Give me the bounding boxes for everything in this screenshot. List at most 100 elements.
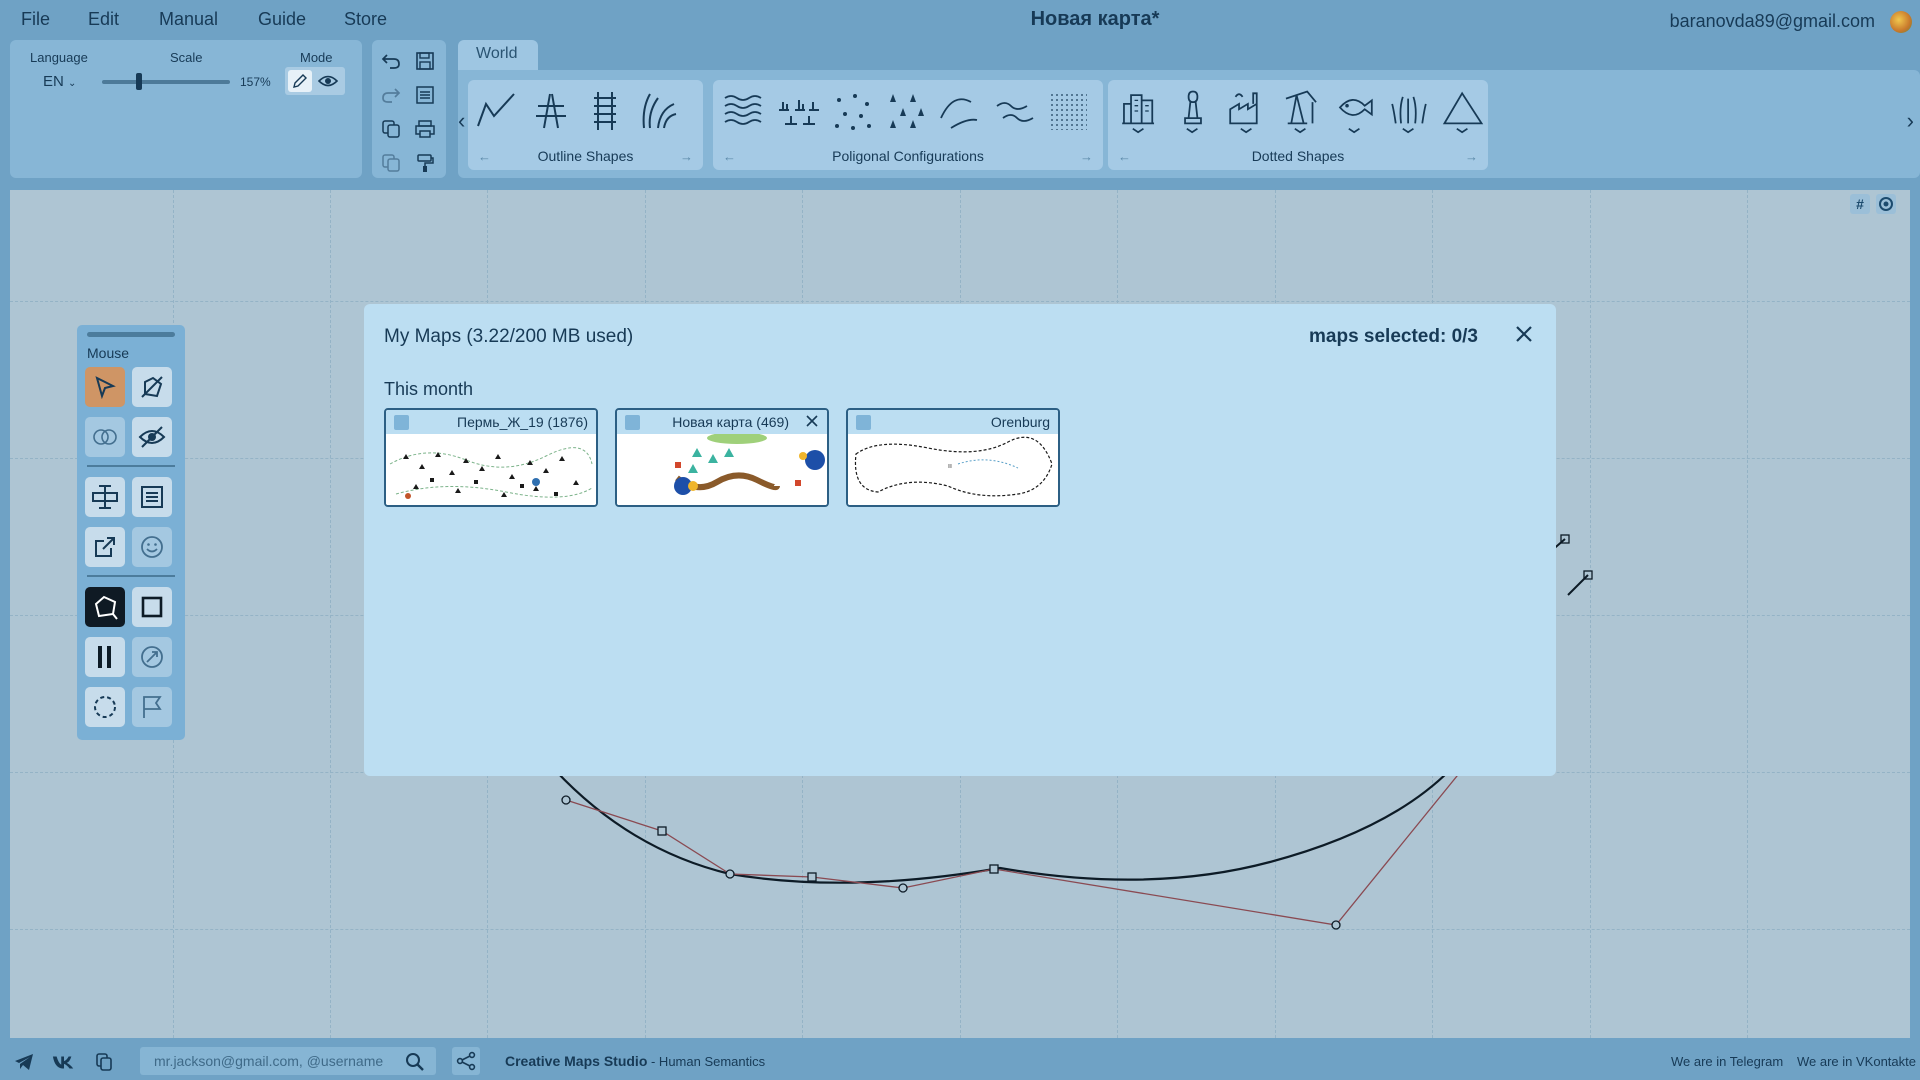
svg-text:ıı: ıı bbox=[948, 463, 952, 470]
map-select-checkbox[interactable] bbox=[856, 415, 871, 430]
vk-icon bbox=[52, 1056, 74, 1069]
dialog-title: My Maps (3.22/200 MB used) bbox=[384, 326, 634, 347]
close-icon bbox=[1516, 326, 1532, 342]
map-thumbnail bbox=[386, 434, 596, 505]
link-tool-button[interactable] bbox=[85, 527, 125, 567]
map-select-checkbox[interactable] bbox=[394, 415, 409, 430]
copy-icon bbox=[96, 1053, 112, 1071]
view-mode-button[interactable] bbox=[316, 70, 340, 92]
arrow-right-icon[interactable]: → bbox=[1080, 149, 1093, 164]
paint-roller-icon bbox=[417, 154, 434, 172]
oil-pump-icon[interactable] bbox=[1278, 88, 1324, 134]
text-label-tool-button[interactable] bbox=[85, 477, 125, 517]
grass-line-shape-icon[interactable] bbox=[636, 88, 682, 134]
brand-suffix: - Human Semantics bbox=[647, 1054, 766, 1069]
share-button[interactable] bbox=[452, 1047, 480, 1075]
resize-circle-icon bbox=[141, 646, 163, 668]
hill-contour-icon[interactable] bbox=[937, 88, 983, 134]
user-email[interactable]: baranovda89@gmail.com bbox=[1670, 11, 1875, 32]
menu-bar: File Edit Manual Guide Store Новая карта… bbox=[0, 0, 1920, 40]
vkontakte-link[interactable]: We are in VKontakte bbox=[1797, 1054, 1916, 1069]
map-thumbnail bbox=[617, 434, 827, 505]
railway-shape-icon[interactable] bbox=[582, 88, 628, 134]
undo-button[interactable] bbox=[380, 50, 402, 72]
copy-icon bbox=[382, 120, 400, 138]
wind-lines-icon[interactable] bbox=[991, 88, 1037, 134]
forest-pattern-icon[interactable] bbox=[883, 88, 929, 134]
telegram-link[interactable]: We are in Telegram bbox=[1671, 1054, 1783, 1069]
vk-button[interactable] bbox=[52, 1051, 76, 1073]
arrow-right-icon[interactable]: → bbox=[680, 149, 693, 164]
sand-pattern-icon[interactable] bbox=[1045, 88, 1091, 134]
edit-mode-button[interactable] bbox=[288, 70, 312, 92]
tab-world[interactable]: World bbox=[458, 40, 538, 70]
rectangle-tool-button[interactable] bbox=[132, 587, 172, 627]
palette-scroll-left-icon[interactable]: ‹ bbox=[458, 108, 465, 134]
telegram-button[interactable] bbox=[12, 1051, 36, 1073]
emoji-tool-button[interactable] bbox=[132, 527, 172, 567]
water-pattern-icon[interactable] bbox=[721, 88, 767, 134]
polygon-draw-icon bbox=[94, 595, 118, 620]
city-buildings-icon[interactable] bbox=[1116, 88, 1162, 134]
redo-button[interactable] bbox=[380, 84, 402, 106]
swamp-pattern-icon[interactable] bbox=[775, 88, 821, 134]
text-lines-icon bbox=[141, 486, 163, 508]
mountain-icon[interactable] bbox=[1440, 88, 1486, 134]
overlap-circles-icon bbox=[93, 429, 117, 445]
mode-toggle bbox=[285, 67, 345, 95]
paste-button[interactable] bbox=[380, 152, 402, 174]
layers-button[interactable] bbox=[414, 84, 436, 106]
scale-slider-thumb[interactable] bbox=[136, 73, 142, 90]
undo-icon bbox=[381, 54, 400, 69]
print-button[interactable] bbox=[414, 118, 436, 140]
search-button[interactable] bbox=[403, 1051, 427, 1073]
node-edit-tool-button[interactable] bbox=[132, 367, 172, 407]
my-maps-dialog: My Maps (3.22/200 MB used) maps selected… bbox=[364, 304, 1556, 776]
palette-scroll-right-icon[interactable]: › bbox=[1907, 108, 1914, 134]
map-select-checkbox[interactable] bbox=[625, 415, 640, 430]
scale-slider-track[interactable] bbox=[102, 80, 230, 84]
polyline-shape-icon[interactable] bbox=[474, 88, 520, 134]
format-painter-button[interactable] bbox=[414, 152, 436, 174]
toolbox-title: Mouse bbox=[87, 345, 130, 361]
copy-button[interactable] bbox=[380, 118, 402, 140]
drag-handle[interactable] bbox=[87, 332, 175, 337]
hide-tool-button[interactable] bbox=[132, 417, 172, 457]
select-tool-button[interactable] bbox=[85, 367, 125, 407]
line-width-tool-button[interactable] bbox=[85, 637, 125, 677]
arrow-right-icon[interactable]: → bbox=[1465, 149, 1478, 164]
delete-map-button[interactable] bbox=[803, 412, 821, 430]
copy-link-button[interactable] bbox=[92, 1051, 116, 1073]
grid-toggle-button[interactable]: # bbox=[1850, 194, 1870, 214]
close-dialog-button[interactable] bbox=[1510, 320, 1538, 348]
external-link-icon bbox=[95, 537, 115, 557]
factory-icon[interactable] bbox=[1224, 88, 1270, 134]
language-select[interactable]: EN ⌄ bbox=[43, 73, 76, 90]
avatar[interactable] bbox=[1890, 11, 1912, 33]
maps-selected-count: maps selected: 0/3 bbox=[1309, 326, 1478, 347]
map-card[interactable]: Новая карта (469) bbox=[615, 408, 829, 507]
map-card[interactable]: Пермь_Ж_19 (1876) bbox=[384, 408, 598, 507]
smiley-icon bbox=[141, 536, 163, 558]
road-shape-icon[interactable] bbox=[528, 88, 574, 134]
app-title: Новая карта* bbox=[1030, 8, 1160, 30]
shrubs-pattern-icon[interactable] bbox=[829, 88, 875, 134]
fish-icon[interactable] bbox=[1332, 88, 1378, 134]
map-name: Orenburg bbox=[990, 414, 1050, 430]
monument-icon[interactable] bbox=[1170, 88, 1216, 134]
pencil-icon bbox=[293, 74, 307, 88]
scale-tool-button[interactable] bbox=[132, 637, 172, 677]
merge-tool-button[interactable] bbox=[85, 417, 125, 457]
double-bar-icon bbox=[98, 646, 111, 668]
map-card[interactable]: Orenburg ıı bbox=[846, 408, 1060, 507]
freeform-polygon-tool-button[interactable] bbox=[85, 587, 125, 627]
lasso-tool-button[interactable] bbox=[85, 687, 125, 727]
share-user-input[interactable] bbox=[140, 1047, 436, 1075]
save-button[interactable] bbox=[414, 50, 436, 72]
flag-tool-button[interactable] bbox=[132, 687, 172, 727]
toolbox-divider bbox=[87, 465, 175, 467]
grass-icon[interactable] bbox=[1386, 88, 1432, 134]
text-block-tool-button[interactable] bbox=[132, 477, 172, 517]
flag-icon bbox=[143, 696, 162, 718]
snap-toggle-button[interactable] bbox=[1876, 194, 1896, 214]
